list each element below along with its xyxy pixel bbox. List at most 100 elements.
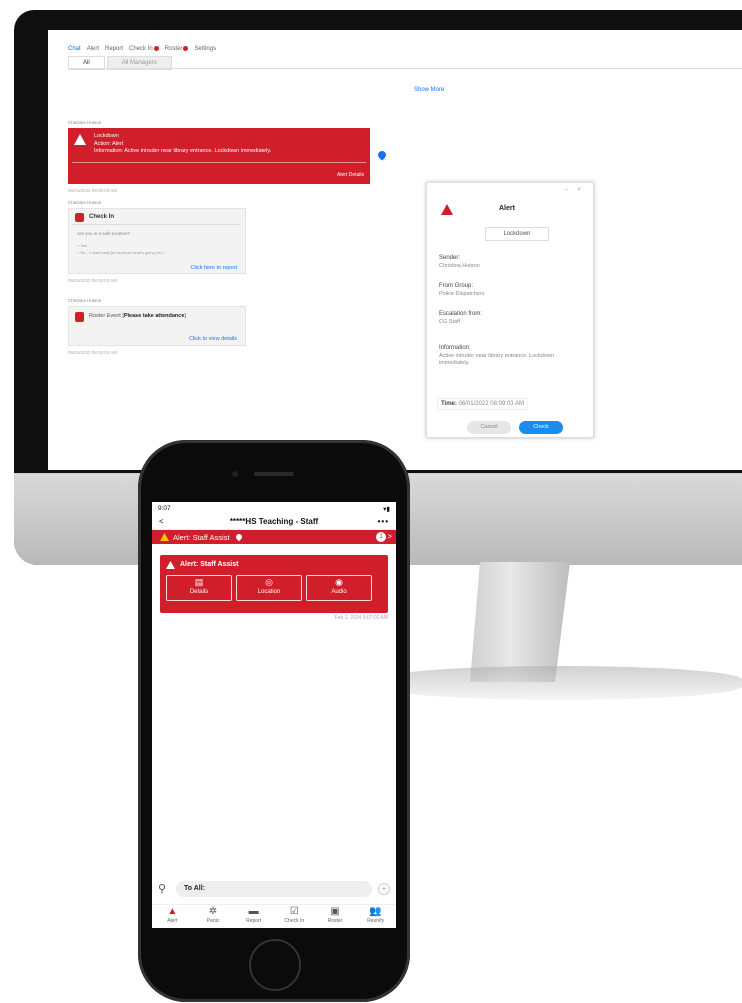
sender-label: Sender: <box>439 255 461 261</box>
tab-divider <box>68 68 742 69</box>
tab-roster[interactable]: ▣ Roster <box>317 905 353 928</box>
nav-alert[interactable]: Alert <box>87 46 99 52</box>
warning-icon <box>166 561 175 569</box>
status-bar: 9:07 ▾▮ <box>152 502 396 514</box>
tab-label: Alert <box>167 918 178 924</box>
document-icon: ▤ <box>194 577 204 587</box>
nav-report[interactable]: Report <box>105 46 123 52</box>
escalation-label: Escalation from: <box>439 311 483 317</box>
report-link[interactable]: Click here to report <box>191 265 237 271</box>
audio-icon: ◉ <box>335 577 343 587</box>
chat-header: < *****HS Teaching - Staff ••• <box>152 514 396 530</box>
title-suffix: ] <box>184 313 186 319</box>
view-details-link[interactable]: Click to view details <box>189 336 237 342</box>
information-label: Information: <box>439 345 471 351</box>
more-options-icon[interactable]: ••• <box>378 514 389 530</box>
time-row: Time: 06/01/2022 08:09:03 AM <box>437 398 528 410</box>
sender-value: Christina Hutson <box>439 263 480 269</box>
tab-reunify[interactable]: 👥 Reunify <box>358 905 394 928</box>
roster-icon <box>75 312 84 322</box>
tab-check-in[interactable]: ☑ Check In <box>276 905 312 928</box>
nav-check-in[interactable]: Check In <box>129 46 159 52</box>
reunify-icon: 👥 <box>369 906 382 917</box>
cancel-button[interactable]: Cancel <box>467 421 511 434</box>
location-button[interactable]: ◎ Location <box>236 575 302 601</box>
map-pin-icon[interactable] <box>376 149 388 161</box>
alert-information: Information: Active intruder near librar… <box>94 148 272 154</box>
details-button[interactable]: ▤ Details <box>166 575 232 601</box>
warning-icon <box>74 134 86 145</box>
message-composer: ⚲ To All: + <box>152 878 396 900</box>
title-prefix: Roster Event [ <box>89 313 124 319</box>
card-divider <box>72 162 366 163</box>
front-camera <box>232 471 238 477</box>
desktop-nav: Chat Alert Report Check In Roster Settin… <box>48 30 742 52</box>
title-bold: Please take attendance <box>123 313 185 319</box>
details-label: Details <box>189 589 209 595</box>
tab-label: Roster <box>327 918 343 924</box>
from-group-value: Police Dispatchers <box>439 291 485 297</box>
time-value: 06/01/2022 08:09:03 AM <box>458 401 524 407</box>
check-in-option-yes[interactable]: ○ Yes <box>77 243 87 248</box>
nav-roster[interactable]: Roster <box>165 46 189 52</box>
check-in-card: Check In Are you in a safe location? ○ Y… <box>68 208 246 274</box>
nav-chat[interactable]: Chat <box>68 46 81 52</box>
status-icons: ▾▮ <box>383 506 390 513</box>
nav-settings[interactable]: Settings <box>194 46 216 52</box>
audio-label: Audio <box>331 589 347 595</box>
message-sender: Christina Hutson <box>68 200 102 205</box>
alert-details-link[interactable]: Alert Details <box>337 172 364 178</box>
back-chevron-icon[interactable]: < <box>159 514 164 530</box>
desktop-app-window: Chat Alert Report Check In Roster Settin… <box>48 30 742 470</box>
tab-label: Check In <box>284 918 305 924</box>
alert-title: Lockdown <box>94 133 119 139</box>
tab-label: Panic <box>206 918 220 924</box>
check-in-question: Are you in a safe location? <box>77 231 131 236</box>
message-timestamp: Feb 1, 2024 9:07:02 AM <box>334 615 388 621</box>
message-timestamp: 06/01/2022 08:09:03 AM <box>68 278 118 283</box>
check-in-title: Check In <box>89 214 115 220</box>
escalation-value: CG Staff <box>439 319 460 325</box>
check-in-icon <box>75 213 84 222</box>
roster-event-card: Roster Event [Please take attendance] Cl… <box>68 306 246 346</box>
message-sender: Christina Hutson <box>68 120 102 125</box>
check-in-option-no[interactable]: ○ No - I need help (let us know what's g… <box>77 250 167 255</box>
tab-panic[interactable]: ✲ Panic <box>195 905 231 928</box>
location-pin-icon <box>234 532 243 542</box>
tab-label: Reunify <box>367 918 385 924</box>
alert-card-title: Alert: Staff Assist <box>180 561 239 568</box>
nav-roster-label: Roster <box>164 46 183 53</box>
tab-report[interactable]: ▬ Report <box>236 905 272 928</box>
message-timestamp: 06/01/2022 08:09:03 AM <box>68 188 118 193</box>
mobile-app-screen: 9:07 ▾▮ < *****HS Teaching - Staff ••• A… <box>152 502 396 928</box>
lockdown-alert-card: Lockdown Action: Alert Information: Acti… <box>68 128 370 184</box>
check-button[interactable]: Check <box>519 421 563 434</box>
information-value: Active intruder near library entrance. L… <box>439 353 554 366</box>
option-label: Yes <box>80 243 87 248</box>
tab-alert[interactable]: ▲ Alert <box>154 905 190 928</box>
plus-icon[interactable]: + <box>378 883 390 895</box>
recipients-icon[interactable]: ⚲ <box>158 883 170 895</box>
monitor-stand-base <box>380 666 742 700</box>
alert-action: Action: Alert <box>94 140 124 147</box>
audio-button[interactable]: ◉ Audio <box>306 575 372 601</box>
show-more-link[interactable]: Show More <box>414 87 444 93</box>
home-button[interactable] <box>249 939 301 991</box>
warning-icon <box>441 204 453 215</box>
nav-check-in-label: Check In <box>129 46 153 53</box>
location-label: Location <box>257 589 281 595</box>
alert-banner[interactable]: Alert: Staff Assist 1 > <box>152 530 396 544</box>
alert-type-pill: Lockdown <box>485 227 549 241</box>
roster-icon: ▣ <box>330 906 340 917</box>
alert-count-badge: 1 <box>376 532 386 542</box>
chevron-right-icon[interactable]: > <box>387 530 392 544</box>
panic-icon: ✲ <box>208 906 218 917</box>
message-input[interactable]: To All: <box>176 881 372 897</box>
mobile-phone: 9:07 ▾▮ < *****HS Teaching - Staff ••• A… <box>138 440 410 1002</box>
window-controls[interactable]: – × <box>564 187 585 193</box>
earpiece-speaker <box>254 472 294 476</box>
message-timestamp: 06/01/2022 08:09:04 AM <box>68 350 118 355</box>
check-in-icon: ☑ <box>289 906 299 917</box>
chat-title: *****HS Teaching - Staff <box>229 517 319 526</box>
monitor-stand <box>470 562 570 682</box>
